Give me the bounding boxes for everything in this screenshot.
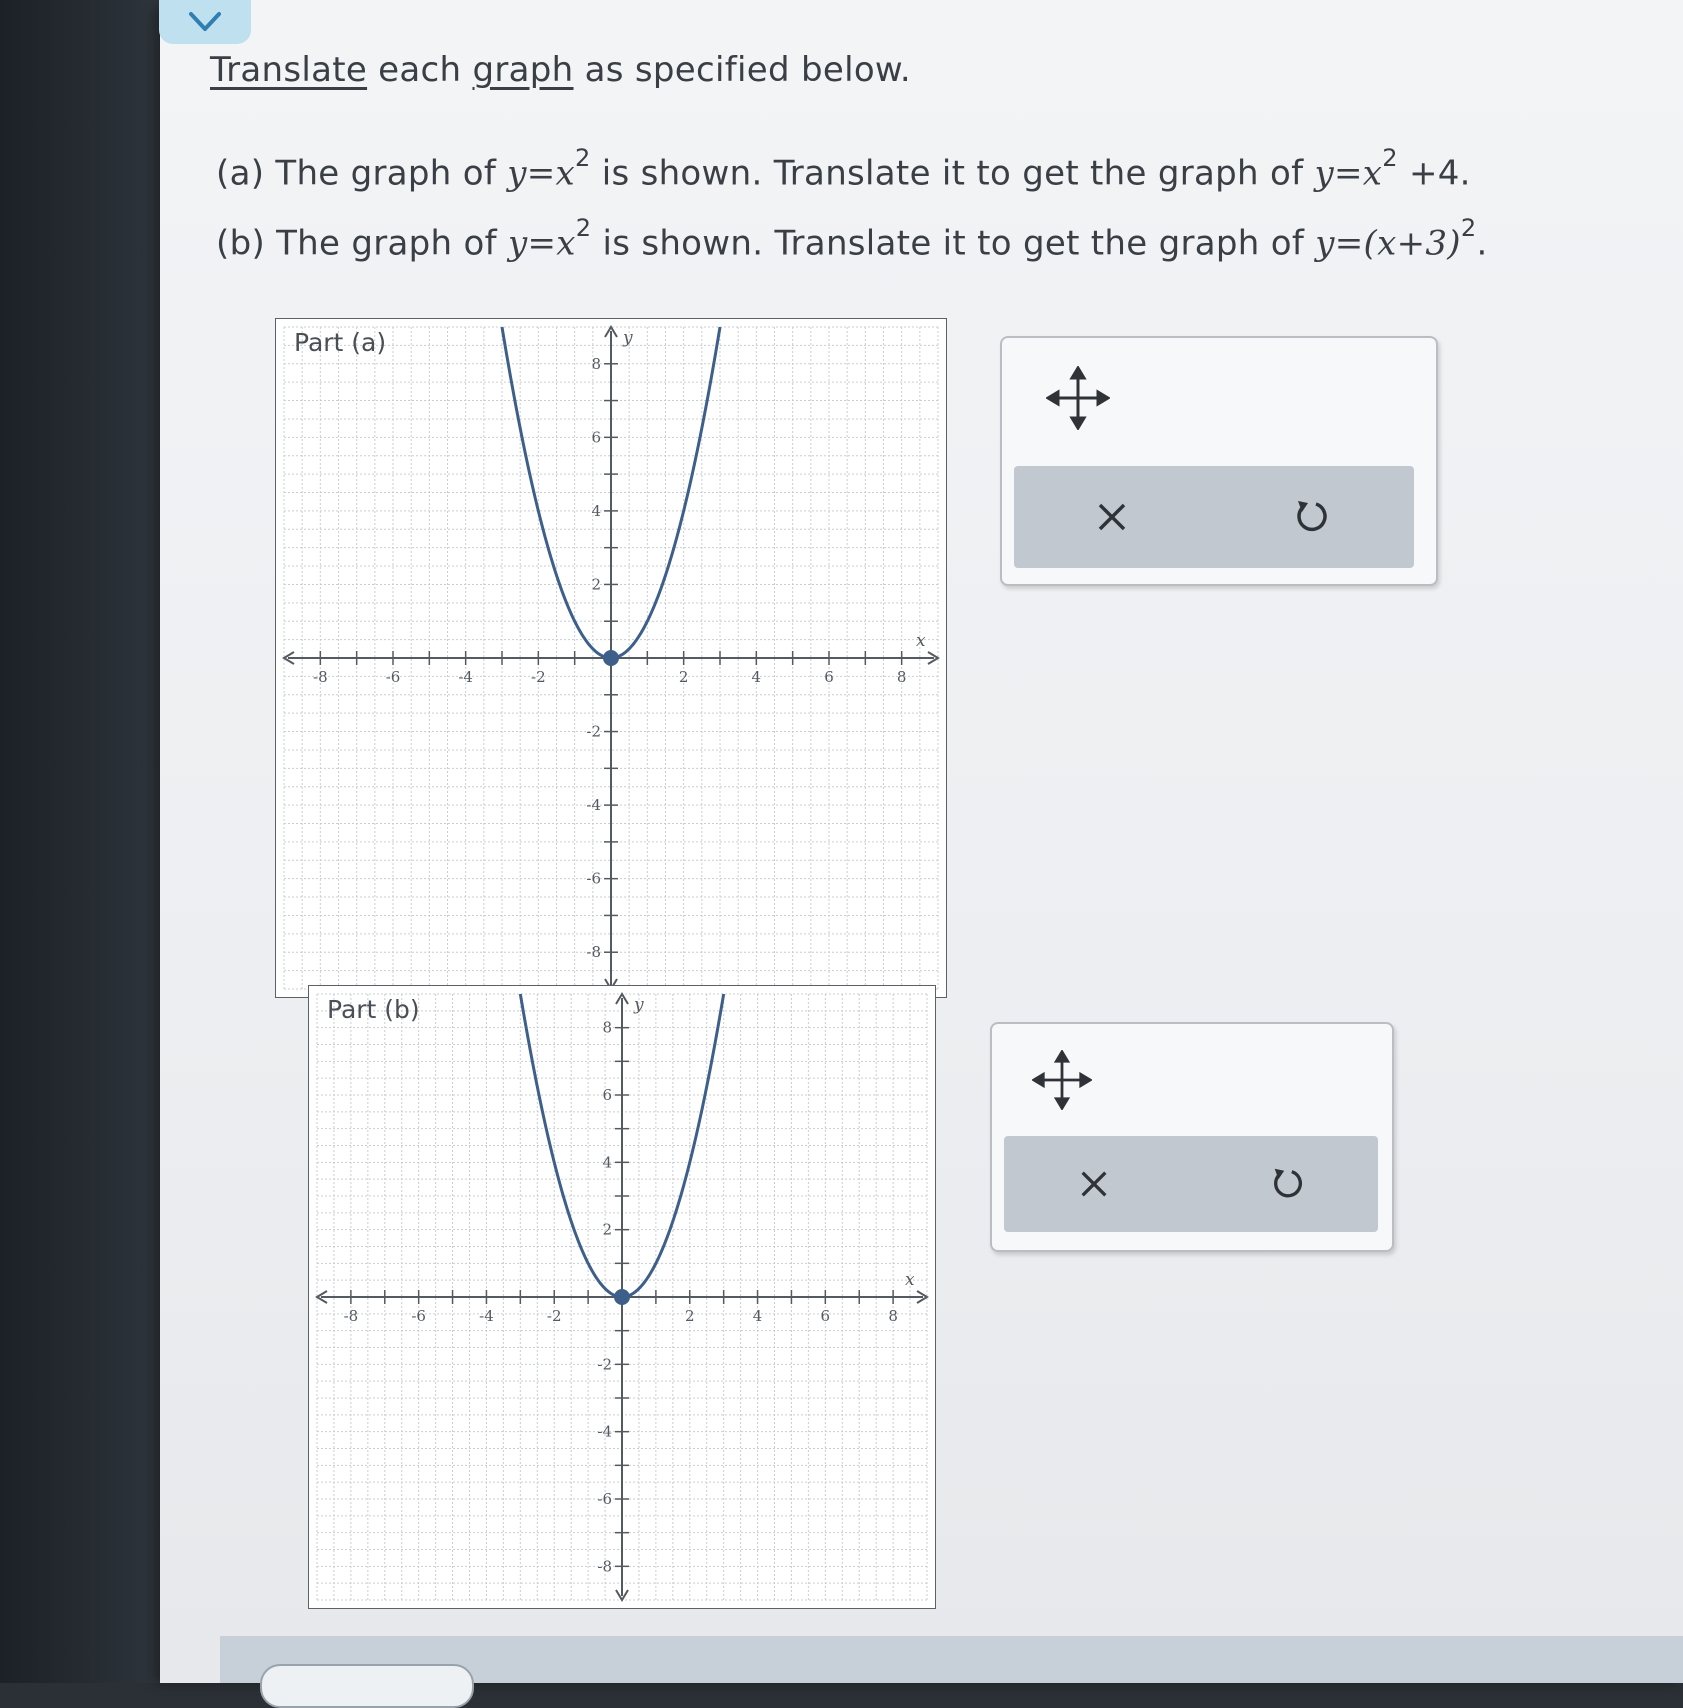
chevron-down-icon [189,12,221,31]
translate-link[interactable]: Translate [210,50,367,90]
x-tick-label: -8 [313,668,328,686]
graph-title: Part (a) [294,328,386,357]
x-tick-label: -2 [531,668,546,686]
undo-button-b[interactable] [1228,1136,1348,1232]
x-tick-label: -2 [547,1307,562,1325]
x-axis-label: x [905,1270,915,1290]
x-tick-label: 4 [752,668,762,686]
collapse-toggle-button[interactable] [159,0,251,44]
bottom-action-button[interactable] [260,1664,474,1708]
graph-part-a[interactable]: -8 -6 -4 -2 2 4 6 8 8 6 4 2 -2 -4 -6 -8 x y Part (a) [275,318,947,998]
graph-link[interactable]: graph [473,50,574,90]
y-tick-label: 6 [602,1086,612,1104]
y-axis-label: y [633,995,644,1015]
move-arrows-icon [1031,1049,1093,1111]
y-tick-label: -4 [586,796,601,814]
x-tick-label: 8 [888,1307,898,1325]
close-icon [1081,1171,1107,1197]
tool-panel-b [990,1022,1394,1252]
y-tick-label: -8 [586,943,601,961]
action-bar-a [1014,466,1414,568]
part-a-prompt: (a) The graph of y=x2 is shown. Translat… [216,144,1471,194]
y-tick-label: 8 [602,1019,612,1037]
y-tick-label: -6 [586,870,601,888]
x-tick-label: 4 [753,1307,763,1325]
x-tick-label: 2 [685,1307,695,1325]
x-tick-label: 6 [821,1307,831,1325]
x-axis-label: x [916,631,926,651]
y-tick-label: 2 [602,1221,612,1239]
move-tool-b[interactable] [1031,1049,1093,1114]
move-tool-a[interactable] [1045,365,1111,434]
y-tick-label: -8 [597,1557,612,1575]
part-b-prompt: (b) The graph of y=x2 is shown. Translat… [216,214,1488,264]
x-tick-label: 8 [897,668,907,686]
graph-part-b-canvas[interactable]: -8 -6 -4 -2 2 4 6 8 8 6 4 2 -2 -4 -6 -8 x y Part (b) [309,986,935,1608]
instruction-text: Translate each graph as specified below. [210,50,912,90]
undo-button-a[interactable] [1252,466,1372,568]
graph-part-b[interactable]: -8 -6 -4 -2 2 4 6 8 8 6 4 2 -2 -4 -6 -8 x y Part (b) [308,985,936,1609]
vertex-point [614,1289,630,1305]
x-tick-label: 6 [824,668,834,686]
tool-panel-a [1000,336,1438,586]
clear-button-a[interactable] [1052,466,1172,568]
y-tick-label: -4 [597,1423,612,1441]
y-tick-label: -2 [586,723,601,741]
x-tick-label: -6 [411,1307,426,1325]
vertex-point [603,650,619,666]
y-tick-label: -6 [597,1490,612,1508]
y-tick-label: 6 [591,428,601,446]
y-tick-label: 8 [591,355,601,373]
y-tick-label: 2 [591,575,601,593]
undo-icon [1274,1168,1302,1198]
undo-icon [1297,501,1327,532]
x-tick-label: -6 [386,668,401,686]
x-tick-label: -4 [458,668,473,686]
graph-title: Part (b) [327,995,420,1024]
close-icon [1098,503,1126,531]
y-axis-label: y [622,328,633,348]
action-bar-b [1004,1136,1378,1232]
y-tick-label: 4 [591,502,601,520]
clear-button-b[interactable] [1034,1136,1154,1232]
x-tick-label: -8 [344,1307,359,1325]
graph-part-a-canvas[interactable]: -8 -6 -4 -2 2 4 6 8 8 6 4 2 -2 -4 -6 -8 x y Part (a) [276,319,946,997]
y-tick-label: 4 [602,1153,612,1171]
x-tick-label: -4 [479,1307,494,1325]
x-tick-label: 2 [679,668,689,686]
y-tick-label: -2 [597,1355,612,1373]
move-arrows-icon [1045,365,1111,431]
